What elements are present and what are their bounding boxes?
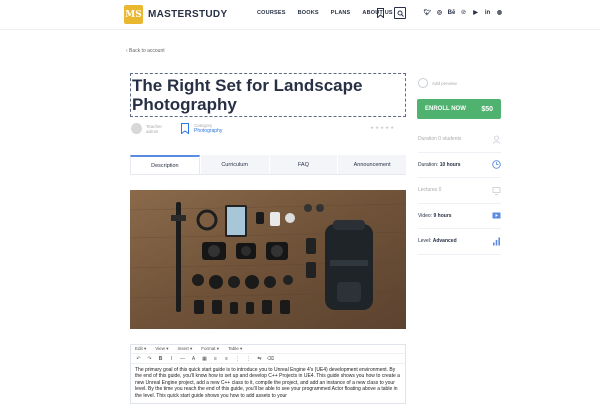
- nav-courses[interactable]: COURSES: [257, 10, 286, 16]
- enroll-now-button[interactable]: ENROLL NOW $50: [417, 99, 501, 119]
- photography-gear-image: [130, 190, 406, 329]
- twitter-icon[interactable]: 🐦︎: [424, 9, 432, 16]
- course-price: $50: [481, 105, 493, 113]
- info-value: 10 hours: [439, 161, 461, 168]
- pinterest-icon[interactable]: ℗: [460, 9, 467, 16]
- align-right-icon[interactable]: ≡: [223, 356, 230, 362]
- course-category: Category Photography: [181, 123, 222, 134]
- enroll-label: ENROLL NOW: [425, 106, 466, 112]
- course-title: The Right Set for Landscape Photography: [132, 76, 363, 114]
- clock-icon: [492, 160, 501, 169]
- editor-toolbar: ↶ ↷ B I — A ▦ ≡ ≡ ⋮ ⋮ ⇆ ⌫: [131, 354, 405, 364]
- numbered-list-icon[interactable]: ⋮: [245, 356, 252, 362]
- logo-text: MASTERSTUDY: [148, 9, 228, 20]
- students-icon: [492, 135, 501, 144]
- info-label: Duration:: [418, 161, 439, 168]
- author-name: admin: [146, 128, 159, 134]
- clear-format-icon[interactable]: ⌫: [267, 356, 274, 362]
- category-value[interactable]: Photography: [194, 128, 222, 134]
- tab-description[interactable]: Description: [130, 155, 200, 174]
- bold-button[interactable]: B: [157, 356, 164, 362]
- background-color-button[interactable]: ▦: [201, 356, 208, 362]
- info-label: Level:: [418, 238, 432, 245]
- course-tabs: Description Curriculum FAQ Announcement: [130, 155, 406, 175]
- course-image: [130, 190, 406, 329]
- info-duration: Duration: 10 hours: [418, 153, 501, 178]
- linkedin-icon[interactable]: in: [484, 9, 491, 16]
- bullet-list-icon[interactable]: ⋮: [234, 356, 241, 362]
- info-label: Lectures: [418, 187, 438, 194]
- rating-stars: ★★★★★: [370, 125, 396, 130]
- info-label: Video:: [418, 212, 433, 219]
- bookmark-icon: [181, 123, 189, 134]
- logo-mark: MS: [124, 5, 143, 24]
- editor-menu-table[interactable]: Table ▾: [228, 346, 242, 352]
- course-info-list: Duration 0 students Duration: 10 hours L…: [418, 127, 501, 255]
- search-icon: [397, 10, 404, 17]
- play-icon: [418, 78, 428, 88]
- link-icon[interactable]: ⇆: [256, 356, 263, 362]
- editor-menu-edit[interactable]: Edit ▾: [135, 346, 146, 352]
- editor-text[interactable]: The primary goal of this quick start gui…: [131, 364, 405, 402]
- align-left-icon[interactable]: ≡: [212, 356, 219, 362]
- author-label: Teacher: [146, 123, 163, 129]
- undo-icon[interactable]: ↶: [135, 356, 142, 362]
- search-button[interactable]: [394, 7, 406, 19]
- youtube-icon[interactable]: ▶: [472, 9, 479, 16]
- logo[interactable]: MS MASTERSTUDY: [124, 5, 227, 24]
- dribbble-icon[interactable]: ◍: [496, 9, 503, 16]
- description-editor[interactable]: Edit ▾ View ▾ Insert ▾ Format ▾ Table ▾ …: [130, 344, 406, 404]
- bookmark-icon[interactable]: [377, 8, 384, 18]
- tab-announcement[interactable]: Announcement: [337, 155, 406, 174]
- site-header: MS MASTERSTUDY COURSES BOOKS PLANS ABOUT…: [0, 0, 600, 30]
- info-students: Duration 0 students: [418, 127, 501, 153]
- editor-menubar: Edit ▾ View ▾ Insert ▾ Format ▾ Table ▾: [131, 345, 405, 354]
- main-nav: COURSES BOOKS PLANS ABOUT US: [257, 10, 393, 16]
- avatar: [131, 123, 142, 134]
- editor-menu-insert[interactable]: Insert ▾: [177, 346, 192, 352]
- lectures-icon: [492, 186, 501, 195]
- behance-icon[interactable]: Bē: [448, 9, 456, 16]
- video-icon: [492, 212, 501, 219]
- add-preview[interactable]: Add preview: [418, 78, 457, 88]
- info-value: 0: [438, 187, 442, 194]
- horizontal-rule-button[interactable]: —: [179, 356, 186, 362]
- info-lectures: Lectures 0: [418, 178, 501, 204]
- info-value: 9 hours: [433, 212, 452, 219]
- preview-label: Add preview: [432, 80, 457, 86]
- nav-plans[interactable]: PLANS: [331, 10, 351, 16]
- info-value: Advanced: [432, 238, 457, 245]
- text-color-button[interactable]: A: [190, 356, 197, 362]
- tab-curriculum[interactable]: Curriculum: [199, 155, 269, 174]
- info-video: Video: 9 hours: [418, 204, 501, 229]
- instagram-icon[interactable]: ◎: [436, 9, 443, 16]
- editor-menu-format[interactable]: Format ▾: [201, 346, 219, 352]
- italic-button[interactable]: I: [168, 356, 175, 362]
- social-links: 🐦︎ ◎ Bē ℗ ▶ in ◍: [424, 9, 503, 17]
- info-value: 0 students: [438, 136, 462, 143]
- title-editable-field[interactable]: The Right Set for Landscape Photography: [130, 73, 406, 117]
- info-label: Duration: [418, 136, 437, 143]
- course-author: Teacher admin: [131, 123, 162, 134]
- editor-menu-view[interactable]: View ▾: [155, 346, 168, 352]
- tab-faq[interactable]: FAQ: [268, 155, 338, 174]
- back-to-account-link[interactable]: ‹ Back to account: [126, 48, 165, 54]
- info-level: Level: Advanced: [418, 229, 501, 255]
- redo-icon[interactable]: ↷: [146, 356, 153, 362]
- nav-books[interactable]: BOOKS: [298, 10, 319, 16]
- level-icon: [493, 237, 500, 246]
